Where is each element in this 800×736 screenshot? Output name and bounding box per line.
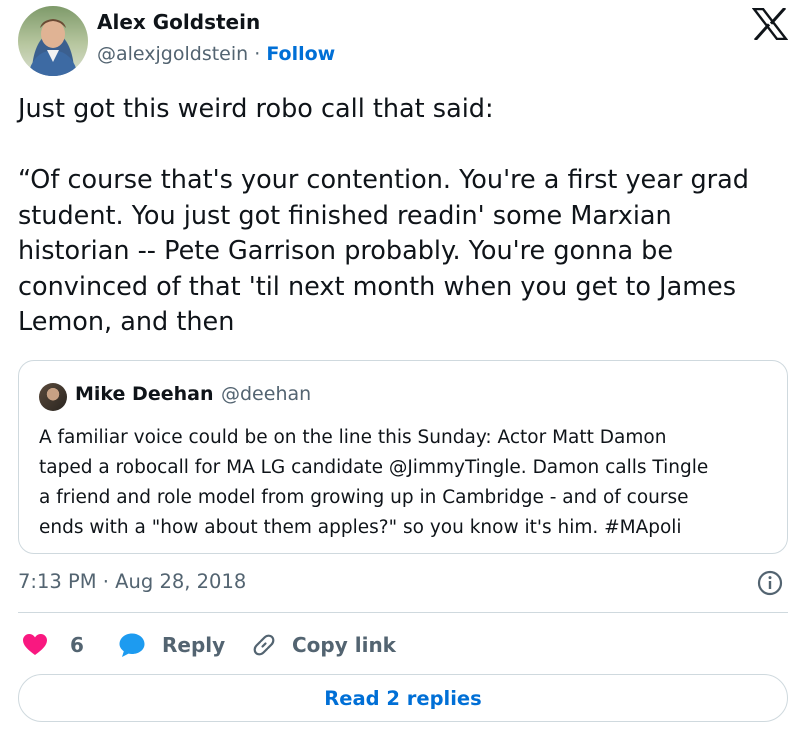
tweet-line: Just got this weird robo call that said: [18, 94, 494, 124]
tweet-line: “Of course that's your contention. You'r… [18, 165, 749, 195]
author-name[interactable]: Alex Goldstein [97, 10, 260, 34]
link-icon [253, 634, 275, 656]
quoted-author-handle: @deehan [221, 383, 312, 405]
copy-link-button[interactable]: Copy link [250, 628, 396, 662]
tweet-timestamp[interactable]: 7:13 PM · Aug 28, 2018 [18, 570, 246, 593]
avatar-portrait [28, 19, 78, 76]
heart-icon [23, 634, 47, 655]
reply-button[interactable]: Reply [118, 628, 225, 662]
divider [18, 612, 788, 613]
quoted-line: ends with a "how about them apples?" so … [39, 517, 682, 538]
like-button[interactable]: 6 [22, 628, 84, 662]
reply-label: Reply [162, 633, 226, 657]
action-bar: 6 Reply Copy link [18, 628, 788, 662]
quoted-line: a friend and role model from growing up … [39, 487, 689, 508]
tweet-paragraph-gap [18, 128, 788, 164]
read-replies-button[interactable]: Read 2 replies [18, 674, 788, 722]
tweet-line: convinced of that 'til next month when y… [18, 271, 737, 302]
author-avatar[interactable] [18, 6, 88, 76]
quoted-tweet-text: A familiar voice could be on the line th… [39, 423, 779, 543]
quoted-author-name: Mike Deehan [75, 383, 214, 405]
copy-link-label: Copy link [292, 633, 396, 657]
follow-button[interactable]: Follow [266, 43, 335, 65]
quoted-line: A familiar voice could be on the line th… [39, 427, 667, 448]
tweet-line: student. You just got finished readin' s… [18, 200, 672, 231]
quoted-tweet-card[interactable]: Mike Deehan @deehan A familiar voice cou… [18, 360, 788, 554]
info-icon[interactable] [756, 569, 784, 597]
quoted-author-avatar [39, 383, 67, 411]
like-count: 6 [70, 633, 84, 657]
x-logo-icon[interactable] [752, 8, 788, 40]
tweet-text: Just got this weird robo call that said:… [18, 92, 788, 341]
tweet-header: Alex Goldstein @alexjgoldstein · Follow [18, 6, 788, 76]
handle-separator: · [254, 43, 261, 65]
author-handle[interactable]: @alexjgoldstein [97, 43, 248, 65]
tweet-line: Lemon, and then [18, 307, 235, 337]
quoted-line: taped a robocall for MA LG candidate @Ji… [39, 457, 709, 478]
tweet-line: historian -- Pete Garrison probably. You… [18, 236, 674, 266]
speech-bubble-icon [119, 633, 145, 657]
author-handle-row: @alexjgoldstein · Follow [97, 43, 335, 65]
